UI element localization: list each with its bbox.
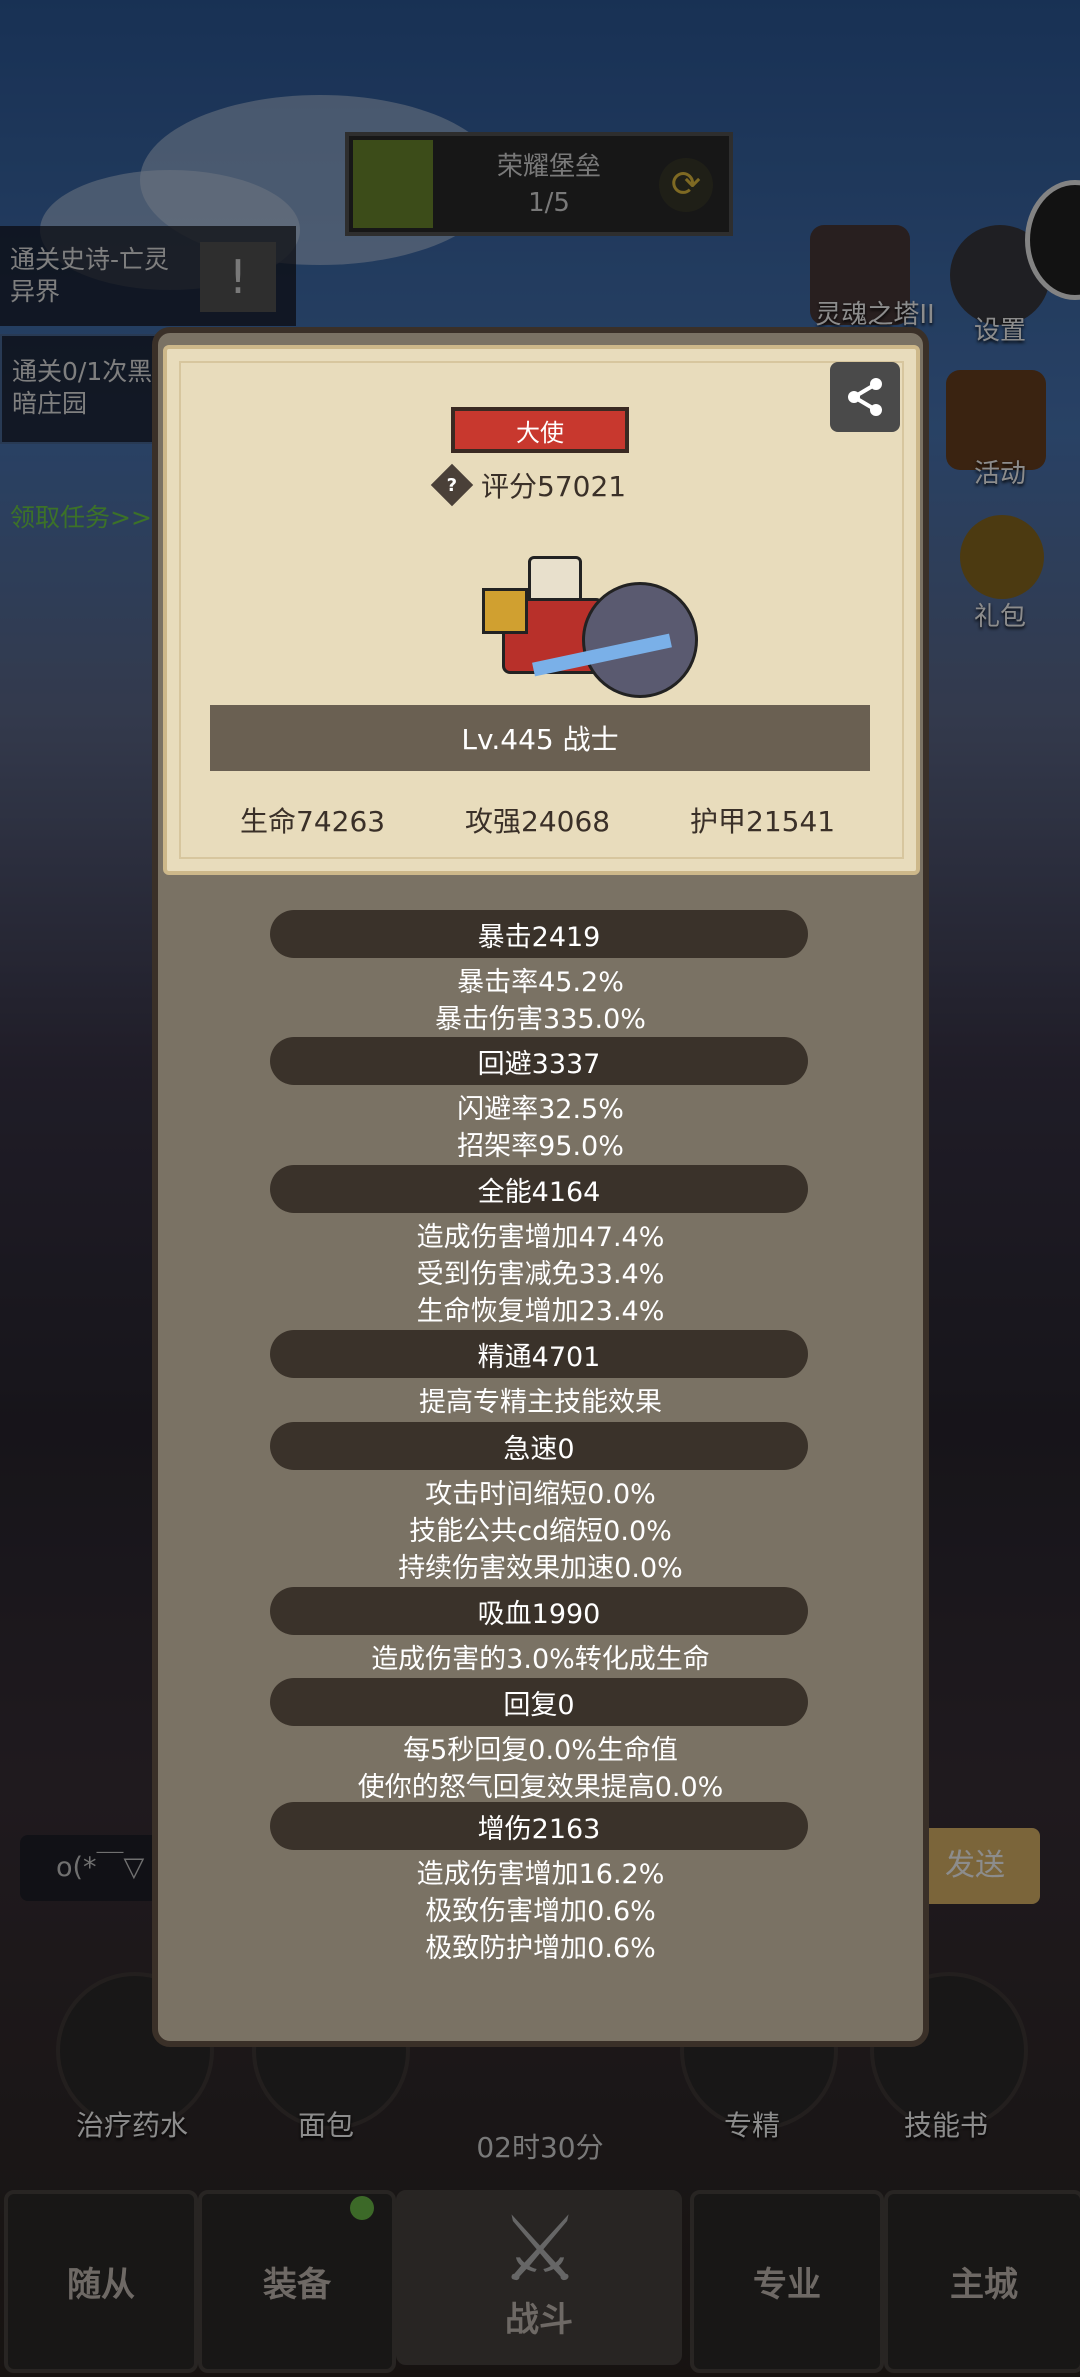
attack-stat: 攻强24068 <box>465 805 611 838</box>
share-button[interactable] <box>830 362 900 432</box>
section-header-regen: 回复0 <box>270 1678 808 1726</box>
stat-line: 暴击率45.2% <box>457 967 624 998</box>
stat-line: 招架率95.0% <box>457 1131 624 1162</box>
armor-stat: 护甲21541 <box>690 805 836 838</box>
stat-line: 极致防护增加0.6% <box>425 1933 656 1964</box>
section-header-damage-boost: 增伤2163 <box>270 1802 808 1850</box>
section-header-evasion: 回避3337 <box>270 1037 808 1085</box>
stat-line: 技能公共cd缩短0.0% <box>409 1516 672 1547</box>
stat-line: 闪避率32.5% <box>457 1094 624 1125</box>
stat-line: 持续伤害效果加速0.0% <box>398 1553 683 1584</box>
stat-line: 受到伤害减免33.4% <box>416 1259 665 1290</box>
share-icon <box>848 378 882 416</box>
stat-line: 攻击时间缩短0.0% <box>425 1479 656 1510</box>
score-row: ? 评分57021 <box>430 462 627 508</box>
level-class-bar: Lv.445 战士 <box>210 705 870 771</box>
stat-line: 极致伤害增加0.6% <box>425 1896 656 1927</box>
help-icon[interactable]: ? <box>430 463 474 507</box>
section-header-lifesteal: 吸血1990 <box>270 1587 808 1635</box>
section-header-versatility: 全能4164 <box>270 1165 808 1213</box>
section-header-haste: 急速0 <box>270 1422 808 1470</box>
stat-line: 每5秒回复0.0%生命值 <box>403 1735 678 1766</box>
stat-line: 造成伤害增加47.4% <box>416 1222 665 1253</box>
stat-line: 生命恢复增加23.4% <box>416 1296 665 1327</box>
score-text: 评分57021 <box>481 470 627 503</box>
section-header-crit: 暴击2419 <box>270 910 808 958</box>
title-badge: 大使 <box>451 407 629 453</box>
section-header-mastery: 精通4701 <box>270 1330 808 1378</box>
hp-stat: 生命74263 <box>240 805 386 838</box>
stat-line: 造成伤害增加16.2% <box>416 1859 665 1890</box>
character-sprite <box>462 552 702 707</box>
stat-line: 提高专精主技能效果 <box>419 1387 662 1418</box>
stat-line: 暴击伤害335.0% <box>435 1004 646 1035</box>
stat-line: 造成伤害的3.0%转化成生命 <box>371 1644 710 1675</box>
stat-line: 使你的怒气回复效果提高0.0% <box>357 1772 724 1803</box>
